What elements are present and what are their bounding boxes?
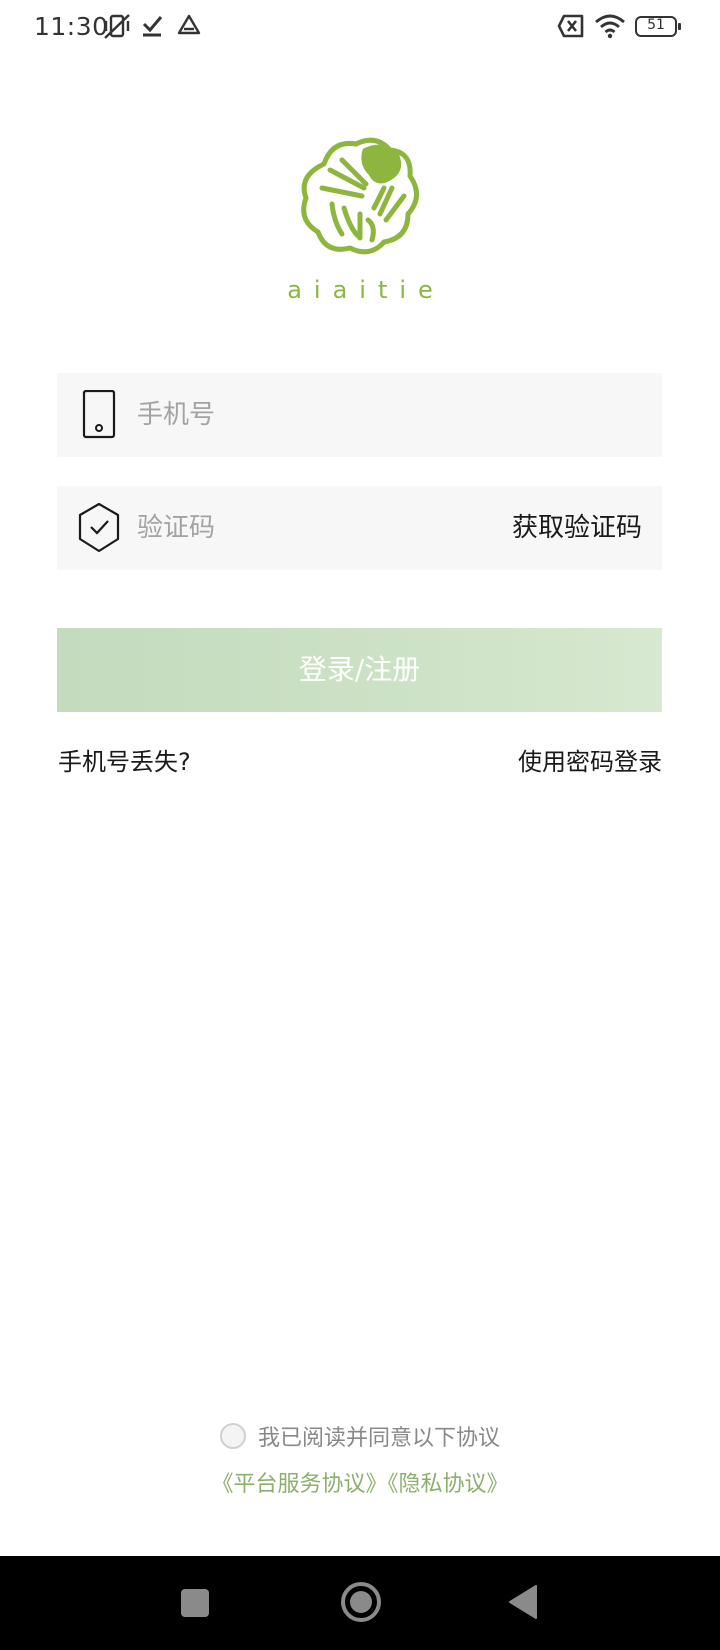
phone-icon	[75, 389, 125, 440]
agreement-text: 我已阅读并同意以下协议	[257, 1426, 500, 1451]
wifi-icon	[594, 12, 626, 44]
phone-field[interactable]	[57, 373, 662, 457]
app-logo	[280, 130, 440, 270]
back-button[interactable]	[508, 1584, 538, 1624]
privacy-agreement-link[interactable]: 《隐私协议》	[388, 1472, 509, 1497]
lost-phone-link[interactable]: 手机号丢失?	[58, 742, 191, 777]
agreement-links: 《平台服务协议》《隐私协议》	[0, 1466, 720, 1498]
drive-icon	[175, 12, 203, 44]
agreement-radio[interactable]	[219, 1423, 246, 1449]
no-sim-icon	[556, 12, 586, 44]
get-code-button[interactable]: 获取验证码	[512, 486, 642, 570]
password-login-link[interactable]: 使用密码登录	[518, 742, 662, 777]
code-field[interactable]: 获取验证码	[57, 486, 662, 570]
login-register-button[interactable]: 登录/注册	[57, 628, 662, 712]
check-icon	[140, 12, 166, 44]
recents-button[interactable]	[180, 1588, 210, 1622]
vibrate-off-icon	[102, 12, 132, 46]
shield-check-icon	[75, 502, 125, 553]
service-agreement-link[interactable]: 《平台服务协议》	[211, 1472, 387, 1497]
phone-input[interactable]	[137, 373, 637, 457]
home-button[interactable]	[340, 1581, 382, 1627]
status-bar: 11:30 51	[0, 0, 720, 56]
battery-level: 51	[647, 17, 665, 33]
code-input[interactable]	[137, 486, 467, 570]
status-time: 11:30	[34, 12, 109, 41]
agreement-row: 我已阅读并同意以下协议	[0, 1420, 720, 1452]
logo-text: aiaitie	[287, 276, 445, 304]
navigation-bar	[0, 1556, 720, 1650]
